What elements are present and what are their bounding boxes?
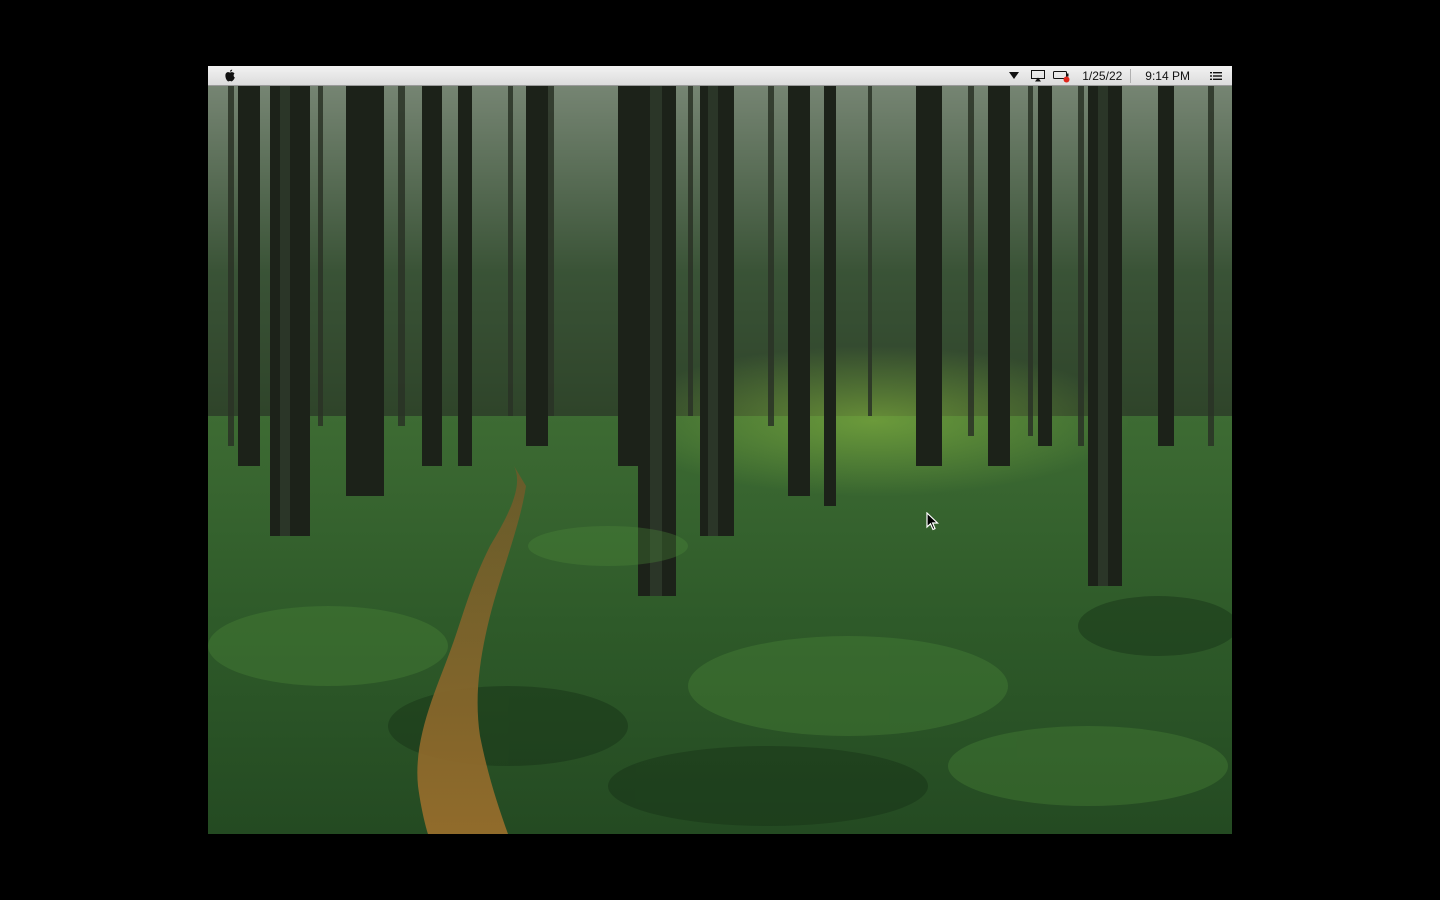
list-menu-icon[interactable] [1204,66,1228,86]
menu-bar: 1/25/22 9:14 PM [208,66,1232,86]
menubar-clock[interactable]: 9:14 PM [1131,66,1204,86]
battery-alert-icon[interactable] [1050,66,1074,86]
airplay-display-icon[interactable] [1026,66,1050,86]
apple-logo-icon[interactable] [218,66,242,86]
menubar-date[interactable]: 1/25/22 [1074,66,1130,86]
desktop-screen: 1/25/22 9:14 PM [208,66,1232,834]
arrow-pointer-icon [926,511,940,537]
dropdown-triangle-icon[interactable] [1002,66,1026,86]
forest-path-wallpaper [208,86,1232,834]
